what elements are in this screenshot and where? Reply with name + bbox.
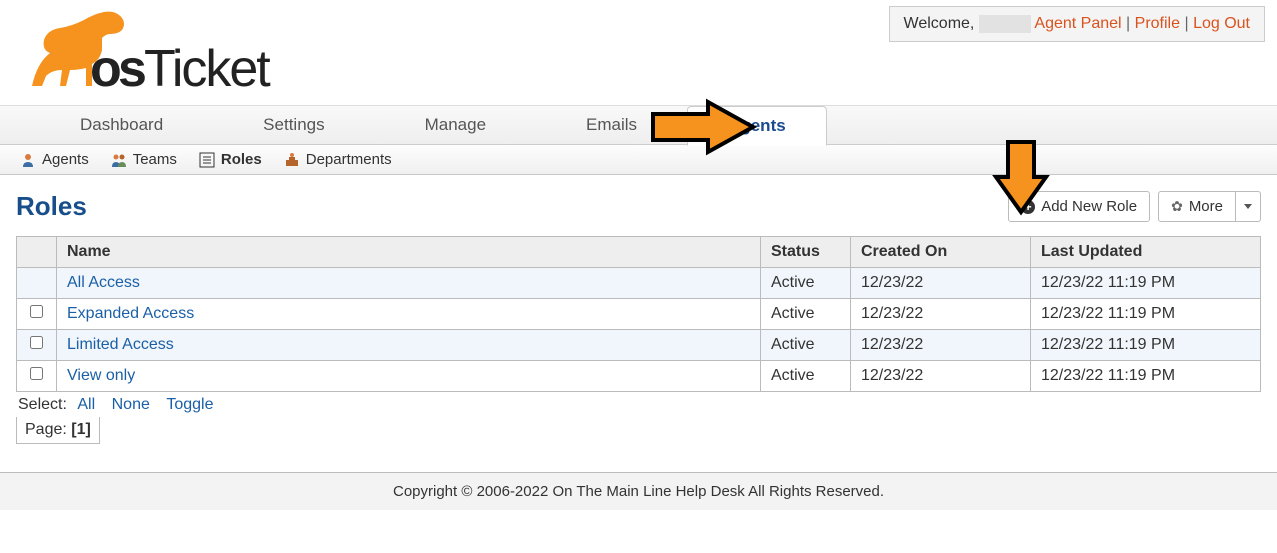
logo[interactable]: o s Ticket (12, 4, 292, 105)
row-checkbox[interactable] (30, 336, 43, 349)
svg-text:Ticket: Ticket (144, 40, 271, 98)
cell-updated: 12/23/22 11:19 PM (1031, 268, 1261, 299)
nav-settings[interactable]: Settings (213, 115, 374, 135)
gear-icon (1171, 198, 1183, 215)
col-updated: Last Updated (1031, 237, 1261, 268)
nav-emails[interactable]: Emails (536, 115, 687, 135)
role-link[interactable]: Limited Access (67, 336, 174, 353)
more-label: More (1189, 198, 1223, 215)
nav-dashboard[interactable]: Dashboard (30, 115, 213, 135)
agent-panel-link[interactable]: Agent Panel (1034, 15, 1121, 32)
select-toggle-link[interactable]: Toggle (166, 396, 213, 413)
agent-icon (20, 152, 36, 168)
chevron-down-icon (1244, 204, 1252, 209)
cell-updated: 12/23/22 11:19 PM (1031, 299, 1261, 330)
select-bar: Select: All None Toggle (16, 392, 1261, 418)
team-icon (111, 152, 127, 168)
subnav-roles[interactable]: Roles (199, 151, 262, 168)
select-label: Select: (18, 396, 67, 413)
more-dropdown-toggle[interactable] (1236, 191, 1261, 222)
col-checkbox (17, 237, 57, 268)
dept-icon (284, 152, 300, 168)
sub-nav: Agents Teams Roles Departments (0, 145, 1277, 175)
logout-link[interactable]: Log Out (1193, 15, 1250, 32)
cell-status: Active (761, 299, 851, 330)
subnav-departments[interactable]: Departments (284, 151, 392, 168)
page-current: [1] (71, 421, 91, 438)
subnav-agents-label: Agents (42, 151, 89, 168)
user-bar: Welcome, Agent Panel | Profile | Log Out (889, 6, 1265, 42)
subnav-roles-label: Roles (221, 151, 262, 168)
main-nav: Dashboard Settings Manage Emails Agents (0, 105, 1277, 145)
add-new-role-button[interactable]: + Add New Role (1008, 191, 1150, 222)
profile-link[interactable]: Profile (1135, 15, 1180, 32)
svg-text:o: o (90, 40, 122, 98)
page-bar: Page: [1] (16, 417, 100, 444)
col-status: Status (761, 237, 851, 268)
footer: Copyright © 2006-2022 On The Main Line H… (0, 472, 1277, 510)
select-none-link[interactable]: None (112, 396, 150, 413)
nav-manage[interactable]: Manage (375, 115, 536, 135)
cell-updated: 12/23/22 11:19 PM (1031, 330, 1261, 361)
cell-created: 12/23/22 (851, 330, 1031, 361)
subnav-teams[interactable]: Teams (111, 151, 177, 168)
plus-icon: + (1021, 200, 1035, 214)
cell-created: 12/23/22 (851, 361, 1031, 392)
col-created: Created On (851, 237, 1031, 268)
cell-status: Active (761, 330, 851, 361)
table-row: View only Active12/23/2212/23/22 11:19 PM (17, 361, 1261, 392)
page-label: Page: (25, 421, 67, 438)
user-name (979, 15, 1031, 33)
cell-status: Active (761, 361, 851, 392)
role-link[interactable]: All Access (67, 274, 140, 291)
cell-updated: 12/23/22 11:19 PM (1031, 361, 1261, 392)
table-row: All Access Active12/23/2212/23/22 11:19 P… (17, 268, 1261, 299)
select-all-link[interactable]: All (77, 396, 95, 413)
cell-created: 12/23/22 (851, 299, 1031, 330)
subnav-departments-label: Departments (306, 151, 392, 168)
subnav-agents[interactable]: Agents (20, 151, 89, 168)
subnav-teams-label: Teams (133, 151, 177, 168)
table-row: Expanded Access Active12/23/2212/23/22 11… (17, 299, 1261, 330)
nav-agents[interactable]: Agents (687, 106, 827, 146)
role-link[interactable]: View only (67, 367, 135, 384)
welcome-text: Welcome, (904, 15, 975, 32)
svg-text:s: s (118, 40, 147, 98)
add-new-role-label: Add New Role (1041, 198, 1137, 215)
roles-table: Name Status Created On Last Updated All … (16, 236, 1261, 392)
more-button[interactable]: More (1158, 191, 1236, 222)
list-icon (199, 152, 215, 168)
row-checkbox[interactable] (30, 305, 43, 318)
page-title: Roles (16, 191, 87, 222)
col-name: Name (57, 237, 761, 268)
cell-created: 12/23/22 (851, 268, 1031, 299)
cell-status: Active (761, 268, 851, 299)
role-link[interactable]: Expanded Access (67, 305, 194, 322)
row-checkbox[interactable] (30, 367, 43, 380)
table-row: Limited Access Active12/23/2212/23/22 11:… (17, 330, 1261, 361)
